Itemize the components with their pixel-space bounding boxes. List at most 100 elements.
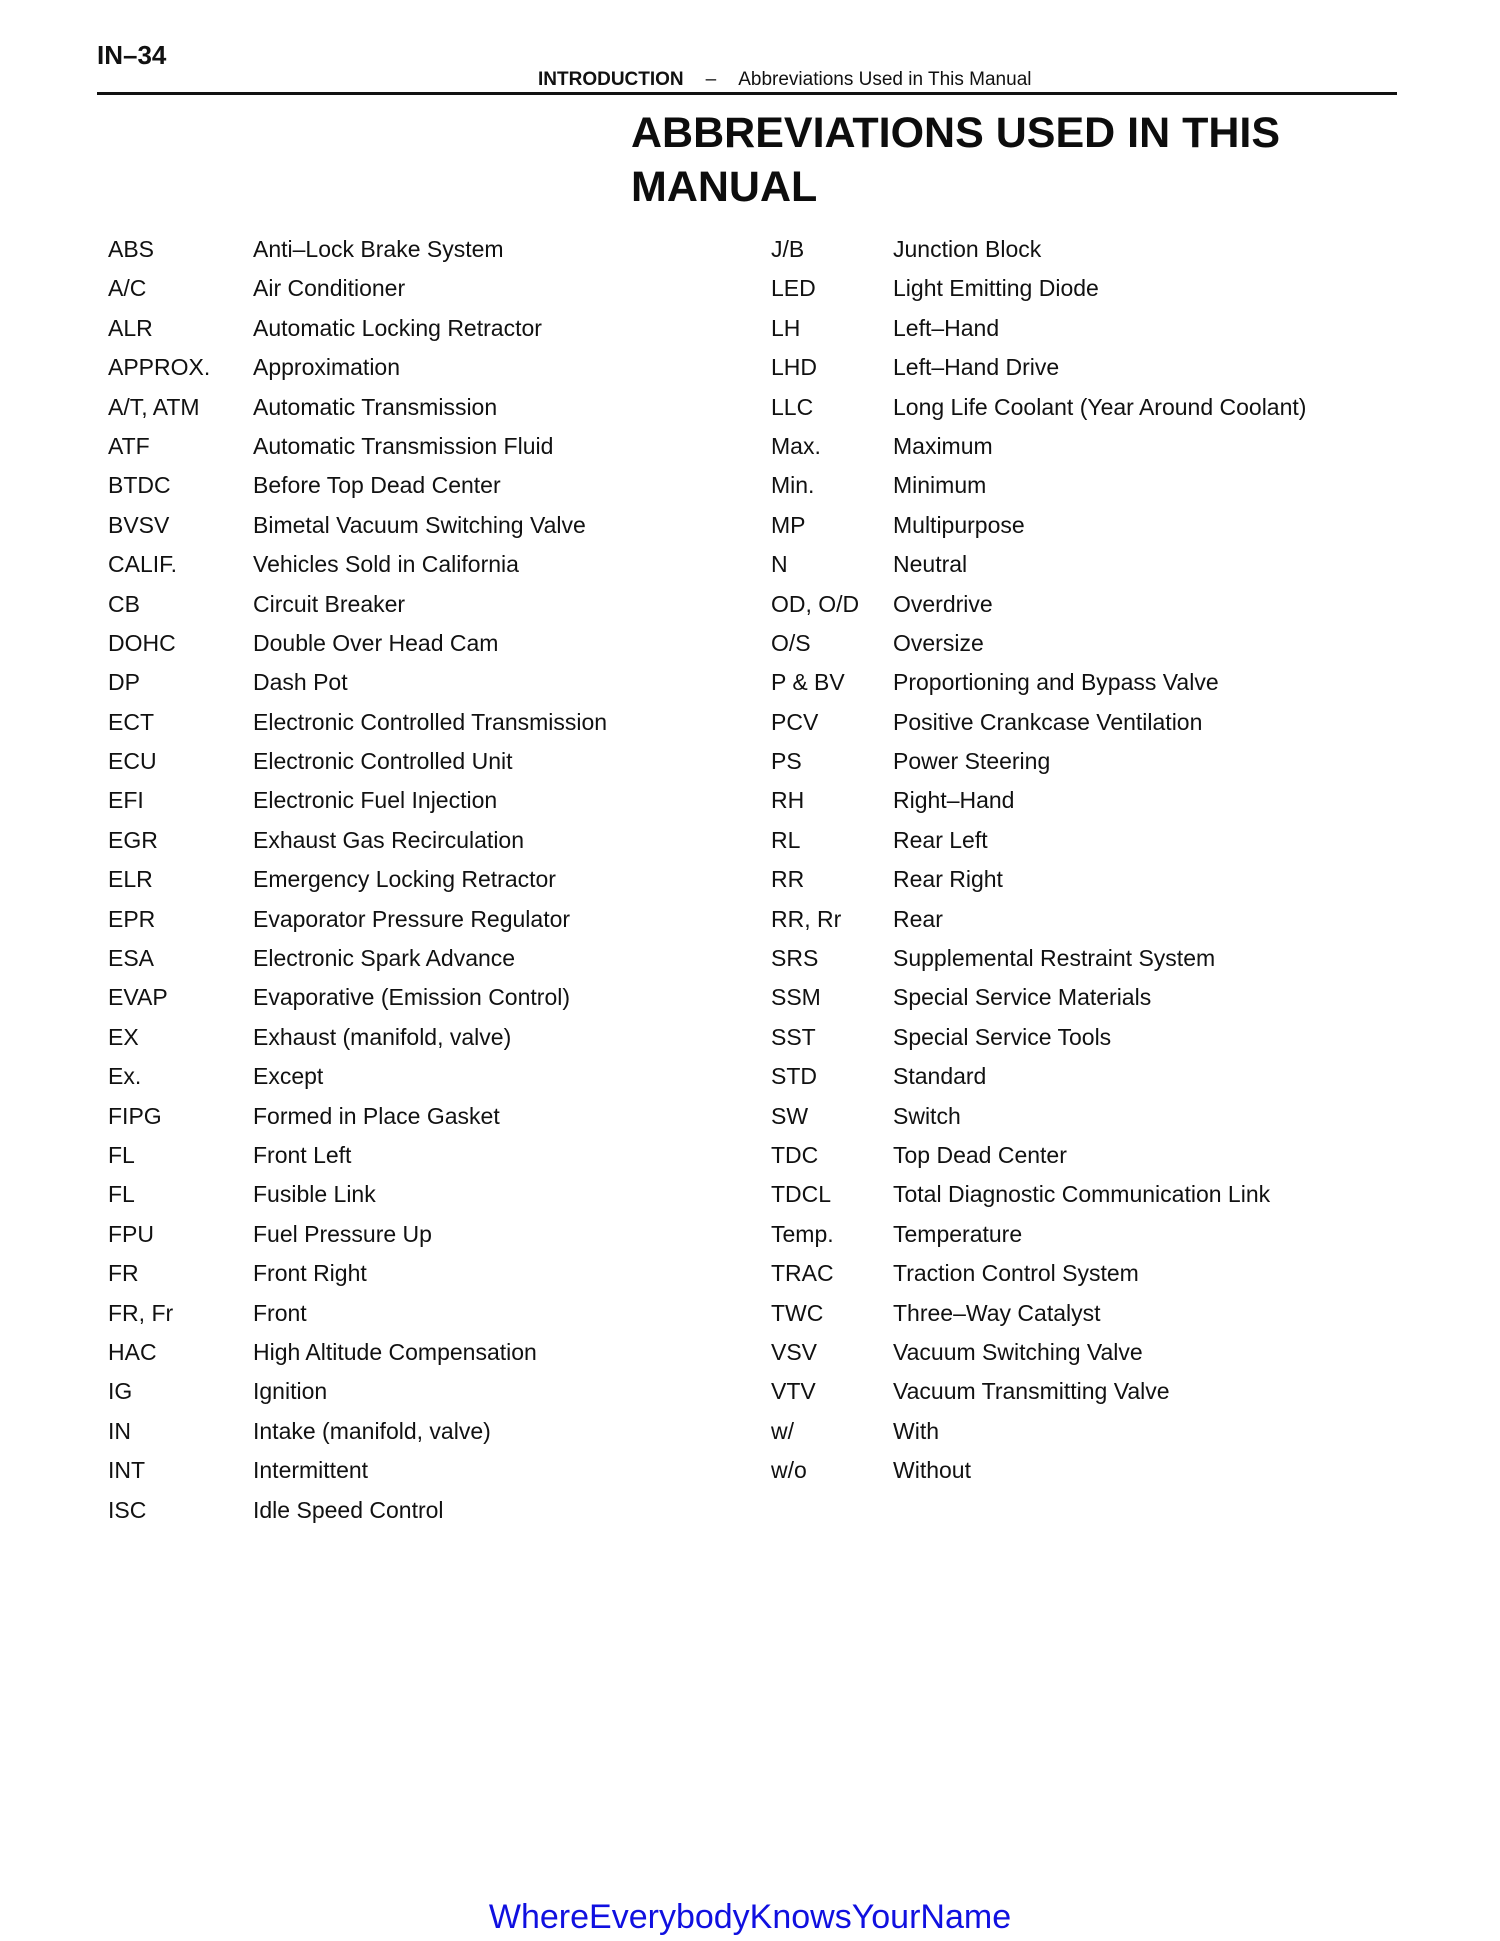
abbreviation-term: LED — [771, 275, 816, 302]
abbreviation-meaning: Except — [253, 1063, 324, 1090]
abbreviation-term: FL — [108, 1141, 135, 1168]
abbreviation-meaning: Electronic Spark Advance — [253, 945, 516, 972]
abbreviation-term: OD, O/D — [771, 590, 860, 617]
abbreviation-meaning: Intermittent — [253, 1457, 369, 1484]
abbreviation-term: IG — [108, 1378, 133, 1405]
abbreviation-meaning: Front Right — [253, 1260, 367, 1287]
abbreviation-term: FPU — [108, 1220, 154, 1247]
abbreviation-term: Max. — [771, 432, 821, 459]
abbreviation-term: DP — [108, 669, 140, 696]
abbreviation-term: IN — [108, 1417, 131, 1444]
running-head-separator: – — [705, 69, 717, 90]
abbreviation-meaning: Special Service Tools — [893, 1023, 1112, 1050]
abbreviation-term: ESA — [108, 945, 155, 972]
abbreviation-meaning: Circuit Breaker — [253, 590, 406, 617]
abbreviation-term: ALR — [108, 314, 153, 341]
abbreviation-term: TRAC — [771, 1260, 834, 1287]
abbreviation-meaning: Bimetal Vacuum Switching Valve — [253, 511, 586, 538]
abbreviation-meaning: Overdrive — [893, 590, 993, 617]
abbreviation-term: EPR — [108, 905, 156, 932]
abbreviation-term: RH — [771, 787, 805, 814]
abbreviation-term: ATF — [108, 432, 150, 459]
abbreviation-term: J/B — [771, 236, 805, 262]
abbreviation-term: DOHC — [108, 629, 176, 656]
abbreviation-meaning: Neutral — [893, 551, 968, 578]
abbreviation-term: APPROX. — [108, 354, 211, 381]
abbreviation-meaning: Rear — [893, 905, 943, 932]
abbreviation-meaning: Without — [893, 1457, 971, 1484]
abbreviation-meaning: Top Dead Center — [893, 1141, 1067, 1168]
abbreviation-meaning: Exhaust Gas Recirculation — [253, 826, 525, 853]
abbreviation-meaning: Switch — [893, 1102, 961, 1129]
page-title-line-1: ABBREVIATIONS USED IN THIS — [631, 109, 1281, 157]
abbreviation-meaning: Junction Block — [893, 236, 1042, 262]
abbreviation-term: FIPG — [108, 1102, 162, 1129]
abbreviation-term: Ex. — [108, 1063, 142, 1090]
abbreviation-term: Min. — [771, 472, 815, 499]
abbreviation-term: EGR — [108, 826, 158, 853]
abbreviation-meaning: Special Service Materials — [893, 984, 1152, 1011]
abbreviation-term: RR — [771, 866, 805, 893]
abbreviation-meaning: Approximation — [253, 354, 401, 381]
abbreviation-meaning: Electronic Fuel Injection — [253, 787, 498, 814]
abbreviation-meaning: Total Diagnostic Communication Link — [893, 1181, 1271, 1208]
abbreviation-term: RR, Rr — [771, 905, 842, 932]
abbreviation-meaning: Standard — [893, 1063, 987, 1090]
abbreviation-term: FR, Fr — [108, 1299, 174, 1326]
abbreviation-term: HAC — [108, 1338, 157, 1365]
abbreviation-term: ECU — [108, 748, 157, 775]
abbreviation-term: Temp. — [771, 1220, 834, 1247]
abbreviation-term: ELR — [108, 866, 153, 893]
abbreviation-term: O/S — [771, 629, 811, 656]
abbreviation-meaning: Positive Crankcase Ventilation — [893, 708, 1203, 735]
abbreviation-meaning: Idle Speed Control — [253, 1496, 444, 1523]
running-head-subsection: Abbreviations Used in This Manual — [738, 69, 1032, 90]
abbreviation-term: TDC — [771, 1141, 819, 1168]
abbreviation-term: LHD — [771, 354, 818, 381]
abbreviation-term: SW — [771, 1102, 809, 1129]
running-head: INTRODUCTION – Abbreviations Used in This … — [538, 69, 1031, 91]
abbreviation-term: BTDC — [108, 472, 171, 499]
header-rule — [97, 92, 1397, 95]
abbreviation-meaning: Fuel Pressure Up — [253, 1220, 432, 1247]
abbreviation-meaning: Multipurpose — [893, 511, 1025, 538]
abbreviation-meaning: Exhaust (manifold, valve) — [253, 1023, 512, 1050]
abbreviation-meaning: Three–Way Catalyst — [893, 1299, 1101, 1326]
running-head-section: INTRODUCTION — [538, 69, 684, 90]
abbreviation-meaning: Front Left — [253, 1141, 352, 1168]
abbreviation-meaning: Rear Left — [893, 826, 988, 853]
abbreviation-term: LH — [771, 314, 801, 341]
abbreviation-meaning: Rear Right — [893, 866, 1003, 893]
abbreviation-meaning: With — [893, 1417, 939, 1444]
abbreviation-term: LLC — [771, 393, 814, 420]
abbreviation-meaning: Traction Control System — [893, 1260, 1139, 1287]
abbreviation-term: EX — [108, 1023, 139, 1050]
abbreviation-meaning: Evaporative (Emission Control) — [253, 984, 571, 1011]
abbreviation-meaning: High Altitude Compensation — [253, 1338, 537, 1365]
abbreviation-meaning: Temperature — [893, 1220, 1023, 1247]
abbreviation-meaning: Vehicles Sold in California — [253, 551, 519, 578]
abbreviation-meaning: Anti–Lock Brake System — [253, 236, 504, 262]
abbreviation-term: P & BV — [771, 669, 845, 696]
abbreviation-meaning: Electronic Controlled Transmission — [253, 708, 608, 735]
abbreviation-term: PS — [771, 748, 802, 775]
page-title: ABBREVIATIONS USED IN THIS MANUAL — [631, 106, 1280, 214]
abbreviation-term: TWC — [771, 1299, 824, 1326]
abbreviation-term: CB — [108, 590, 140, 617]
abbreviation-term: A/T, ATM — [108, 393, 200, 420]
abbreviation-term: PCV — [771, 708, 819, 735]
abbreviation-term: SRS — [771, 945, 819, 972]
abbreviation-term: STD — [771, 1063, 817, 1090]
abbreviation-meaning: Vacuum Transmitting Valve — [893, 1378, 1170, 1405]
abbreviation-meaning: Left–Hand — [893, 314, 1000, 341]
abbreviation-meaning: Emergency Locking Retractor — [253, 866, 556, 893]
abbreviation-meaning: Right–Hand — [893, 787, 1015, 814]
abbreviation-meaning: Automatic Transmission Fluid — [253, 432, 554, 459]
abbreviation-meaning: Dash Pot — [253, 669, 348, 696]
abbreviation-term: CALIF. — [108, 551, 178, 578]
abbreviation-meaning: Vacuum Switching Valve — [893, 1338, 1143, 1365]
abbreviation-meaning: Air Conditioner — [253, 275, 406, 302]
abbreviation-term: ISC — [108, 1496, 147, 1523]
abbreviation-term: ECT — [108, 708, 154, 735]
abbreviation-term: EVAP — [108, 984, 168, 1011]
